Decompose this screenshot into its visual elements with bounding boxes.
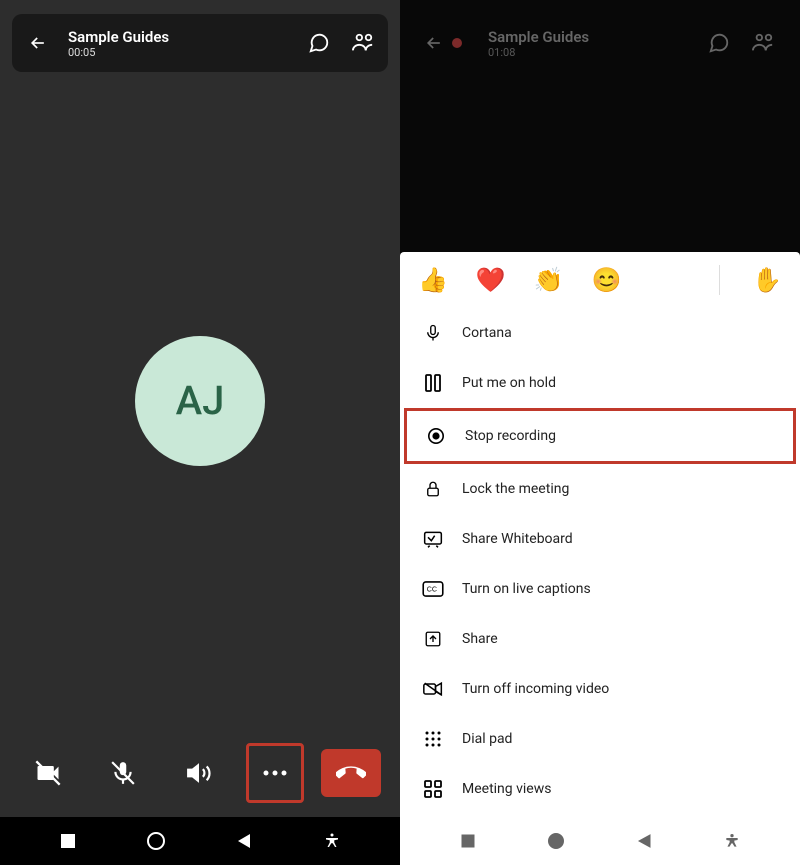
menu-item-stop-recording[interactable]: Stop recording — [404, 408, 796, 464]
reaction-raise-hand[interactable]: ✋ — [752, 266, 782, 294]
lock-icon — [422, 478, 444, 500]
menu-item-lock-meeting[interactable]: Lock the meeting — [400, 464, 800, 514]
menu-item-label: Lock the meeting — [462, 481, 569, 497]
pause-icon — [422, 372, 444, 394]
menu-item-dial-pad[interactable]: Dial pad — [400, 714, 800, 764]
home-button[interactable] — [536, 821, 576, 861]
menu-item-label: Stop recording — [465, 428, 556, 444]
mic-off-button[interactable] — [94, 743, 152, 803]
call-duration: 00:05 — [68, 46, 308, 59]
svg-text:CC: CC — [427, 586, 437, 594]
back-arrow-icon[interactable] — [24, 29, 52, 57]
chat-icon[interactable] — [708, 32, 730, 54]
recent-apps-button[interactable] — [448, 821, 488, 861]
dialpad-icon — [422, 728, 444, 750]
menu-item-live-captions[interactable]: CC Turn on live captions — [400, 564, 800, 614]
whiteboard-icon — [422, 528, 444, 550]
grid-icon — [422, 778, 444, 800]
chat-icon[interactable] — [308, 32, 330, 54]
menu-item-label: Cortana — [462, 325, 512, 341]
menu-item-cortana[interactable]: Cortana — [400, 308, 800, 358]
back-arrow-icon[interactable] — [424, 33, 444, 53]
accessibility-button[interactable] — [712, 821, 752, 861]
call-title: Sample Guides — [488, 28, 708, 46]
reaction-clap[interactable]: 👏 — [534, 266, 564, 294]
reaction-smile[interactable]: 😊 — [592, 266, 622, 294]
android-nav-bar — [0, 817, 400, 865]
dim-area — [400, 72, 800, 252]
speaker-button[interactable] — [170, 743, 228, 803]
actions-sheet: 👍 ❤️ 👏 😊 ✋ Cortana Put me on hold — [400, 252, 800, 817]
cc-icon: CC — [422, 578, 444, 600]
reaction-like[interactable]: 👍 — [418, 266, 448, 294]
menu-item-label: Share — [462, 631, 498, 647]
call-toolbar — [0, 729, 400, 817]
record-icon — [425, 425, 447, 447]
back-button[interactable] — [624, 821, 664, 861]
menu-item-turn-off-incoming-video[interactable]: Turn off incoming video — [400, 664, 800, 714]
reactions-row: 👍 ❤️ 👏 😊 ✋ — [400, 252, 800, 308]
call-title-block: Sample Guides 01:08 — [488, 28, 708, 59]
mic-icon — [422, 322, 444, 344]
call-title-block: Sample Guides 00:05 — [68, 28, 308, 59]
call-duration: 01:08 — [488, 46, 708, 59]
menu-item-label: Turn off incoming video — [462, 681, 609, 697]
call-screen: Sample Guides 00:05 AJ — [0, 0, 400, 865]
recent-apps-button[interactable] — [48, 821, 88, 861]
menu-list: Cortana Put me on hold Stop recording Lo… — [400, 308, 800, 817]
people-icon[interactable] — [750, 32, 776, 54]
call-menu-screen: Sample Guides 01:08 👍 ❤️ 👏 😊 ✋ — [400, 0, 800, 865]
call-title: Sample Guides — [68, 28, 308, 46]
back-button[interactable] — [224, 821, 264, 861]
menu-item-meeting-views[interactable]: Meeting views — [400, 764, 800, 814]
menu-item-share-whiteboard[interactable]: Share Whiteboard — [400, 514, 800, 564]
home-button[interactable] — [136, 821, 176, 861]
android-nav-bar — [400, 817, 800, 865]
participant-avatar: AJ — [135, 336, 265, 466]
hangup-button[interactable] — [321, 749, 381, 797]
reactions-divider — [719, 265, 720, 295]
menu-item-label: Dial pad — [462, 731, 512, 747]
call-area: AJ — [0, 72, 400, 729]
share-icon — [422, 628, 444, 650]
call-header: Sample Guides 00:05 — [12, 14, 388, 72]
menu-item-label: Put me on hold — [462, 375, 556, 391]
accessibility-button[interactable] — [312, 821, 352, 861]
menu-item-label: Meeting views — [462, 781, 551, 797]
reaction-heart[interactable]: ❤️ — [476, 266, 506, 294]
menu-item-label: Share Whiteboard — [462, 531, 573, 547]
camera-off-button[interactable] — [19, 743, 77, 803]
more-options-button[interactable] — [246, 743, 304, 803]
menu-item-share[interactable]: Share — [400, 614, 800, 664]
dim-call-header: Sample Guides 01:08 — [412, 14, 788, 72]
menu-item-label: Turn on live captions — [462, 581, 591, 597]
people-icon[interactable] — [350, 32, 376, 54]
recording-indicator-icon — [452, 38, 462, 48]
menu-item-hold[interactable]: Put me on hold — [400, 358, 800, 408]
video-off-icon — [422, 678, 444, 700]
